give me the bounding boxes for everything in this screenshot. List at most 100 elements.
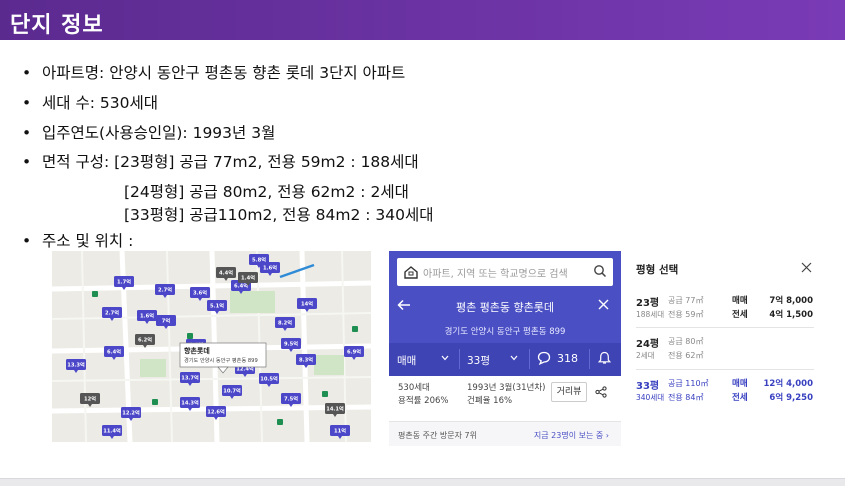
callout-title: 향촌롯데	[184, 346, 210, 355]
size-exclusive: 전용 59㎡	[668, 310, 704, 319]
search-icon[interactable]	[593, 264, 607, 278]
sale-price: 12억 4,000	[763, 379, 814, 389]
tab-divider	[589, 349, 590, 369]
size-selector-panel: 평형 선택 23평 188세대 공급 77㎡ 전용 59㎡ 매매 전세 7억 8…	[624, 251, 822, 446]
size-name: 24평	[636, 339, 660, 350]
area-text: 면적 구성: [23평형] 공급 77m2, 전용 59m2 : 188세대	[42, 153, 419, 171]
page-title: 단지 정보	[10, 13, 104, 38]
trade-type-sale: 매매	[732, 296, 748, 306]
price-pin-label: 7억	[162, 317, 171, 325]
comment-count[interactable]: 318	[557, 352, 578, 365]
price-pin-label: 1.6억	[140, 312, 154, 320]
visitor-rank: 평촌동 주간 방문자 7위	[398, 431, 477, 440]
price-pin-label: 14.3억	[181, 399, 199, 407]
sale-price: 7억 8,000	[769, 296, 813, 306]
close-icon[interactable]	[801, 262, 812, 273]
size-name: 23평	[636, 298, 660, 309]
poi-marker[interactable]	[352, 326, 358, 332]
price-pin-label: 8.2억	[278, 319, 292, 327]
visitor-now-link[interactable]: 지금 23명이 보는 중 ›	[534, 430, 609, 441]
price-pin-label: 2.7억	[158, 286, 172, 294]
price-pin-label: 10.7억	[223, 387, 241, 395]
share-icon[interactable]	[595, 386, 607, 398]
size-supply: 공급 77㎡	[668, 296, 704, 305]
app-header: 아파트, 지역 또는 학교명으로 검색 평촌 평촌동 향촌롯데 경기도 안양시 …	[389, 251, 621, 376]
tab-divider	[459, 349, 460, 369]
area-33-text: [33평형] 공급110m2, 전용 84m2 : 340세대	[124, 206, 434, 224]
apartment-building-icon	[404, 266, 418, 279]
info-coverage: 건폐율 16%	[467, 396, 513, 406]
price-pin-label: 14억	[301, 300, 313, 308]
size-households: 188세대	[636, 310, 665, 319]
price-pin-label: 1.4억	[241, 274, 255, 282]
row-divider	[636, 369, 814, 370]
trade-type-jeonse: 전세	[732, 310, 748, 320]
price-pin-label: 11억	[334, 427, 346, 435]
filter-tab-bar: 매매 33평 318	[389, 343, 621, 376]
tab-size[interactable]: 33평	[467, 353, 490, 368]
price-pin-label: 1.7억	[117, 278, 131, 286]
price-pin-label: 12억	[84, 395, 96, 403]
comment-icon[interactable]	[537, 351, 551, 365]
apartment-app-panel: 아파트, 지역 또는 학교명으로 검색 평촌 평촌동 향촌롯데 경기도 안양시 …	[389, 251, 621, 446]
info-households: 530세대	[398, 383, 430, 393]
price-pin-label: 6.9억	[347, 348, 361, 356]
info-built: 1993년 3월(31년차)	[467, 383, 546, 393]
price-pin-label: 3.6억	[193, 289, 207, 297]
poi-marker[interactable]	[152, 399, 158, 405]
tab-divider	[529, 349, 530, 369]
bullet-move-in: • 입주연도(사용승인일): 1993년 3월	[22, 124, 276, 142]
price-pin-label: 12.6억	[207, 408, 225, 416]
size-exclusive: 전용 62㎡	[668, 351, 704, 360]
size-households: 340세대	[636, 393, 665, 402]
tab-sale[interactable]: 매매	[397, 353, 416, 368]
area-24-text: [24평형] 공급 80m2, 전용 62m2 : 2세대	[124, 183, 409, 201]
info-floor-ratio: 용적률 206%	[398, 396, 449, 406]
chevron-down-icon[interactable]	[510, 355, 518, 361]
bell-icon[interactable]	[598, 351, 611, 365]
chevron-right-icon: ›	[605, 431, 609, 440]
bullet-apartment-name: • 아파트명: 안양시 동안구 평촌동 향촌 롯데 3단지 아파트	[22, 64, 406, 82]
close-icon[interactable]	[598, 299, 609, 310]
size-households: 2세대	[636, 351, 655, 360]
poi-marker[interactable]	[187, 333, 193, 339]
apartment-name-text: 아파트명: 안양시 동안구 평촌동 향촌 롯데 3단지 아파트	[42, 64, 406, 82]
poi-marker[interactable]	[277, 419, 283, 425]
price-pin-label: 12.2억	[122, 409, 140, 417]
price-pin-label: 4.4억	[219, 269, 233, 277]
location-map[interactable]: 1.7억 2.7억 3.6억 4.4억 6.4억 5.8억 1.6억 2.7억 7억 5.1억 6.…	[52, 251, 371, 442]
size-supply: 공급 80㎡	[668, 337, 704, 346]
jeonse-price: 6억 9,250	[769, 393, 813, 403]
price-pin-label: 7.5억	[284, 395, 298, 403]
price-pin-label: 1.6억	[263, 264, 277, 272]
price-pin-label: 13.3억	[67, 361, 85, 369]
trade-type-jeonse: 전세	[732, 393, 748, 403]
poi-marker[interactable]	[92, 291, 98, 297]
visitor-now-text: 지금 23명이 보는 중	[533, 431, 604, 440]
price-pin-label: 6.4억	[107, 348, 121, 356]
street-view-button[interactable]: 거리뷰	[551, 382, 587, 402]
price-pin-label: 5.1억	[210, 302, 224, 310]
price-pin-label: 9.5억	[284, 340, 298, 348]
bottom-border	[0, 478, 845, 486]
price-pin-label: 2.7억	[105, 309, 119, 317]
size-exclusive: 전용 84㎡	[668, 393, 704, 402]
price-pin-label: 10.5억	[260, 375, 278, 383]
bullet-address: • 주소 및 위치 :	[22, 232, 134, 250]
size-selector-title: 평형 선택	[636, 264, 679, 276]
bullet-area: • 면적 구성: [23평형] 공급 77m2, 전용 59m2 : 188세대	[22, 153, 419, 171]
chevron-down-icon[interactable]	[441, 355, 449, 361]
price-pin-label: 11.4억	[103, 427, 121, 435]
trade-type-sale: 매매	[732, 379, 748, 389]
bullet-households: • 세대 수: 530세대	[22, 94, 158, 112]
callout-address: 경기도 안양시 동안구 평촌동 899	[184, 356, 258, 364]
move-in-text: 입주연도(사용승인일): 1993년 3월	[42, 124, 276, 142]
price-pin-label: 8.3억	[299, 356, 313, 364]
price-pin-label: 13.7억	[181, 374, 199, 382]
size-supply: 공급 110㎡	[668, 379, 709, 388]
households-text: 세대 수: 530세대	[42, 94, 158, 112]
address-text: 주소 및 위치 :	[42, 232, 134, 250]
search-input[interactable]: 아파트, 지역 또는 학교명으로 검색	[397, 258, 613, 286]
poi-marker[interactable]	[322, 391, 328, 397]
price-pin-label: 6.2억	[138, 336, 152, 344]
